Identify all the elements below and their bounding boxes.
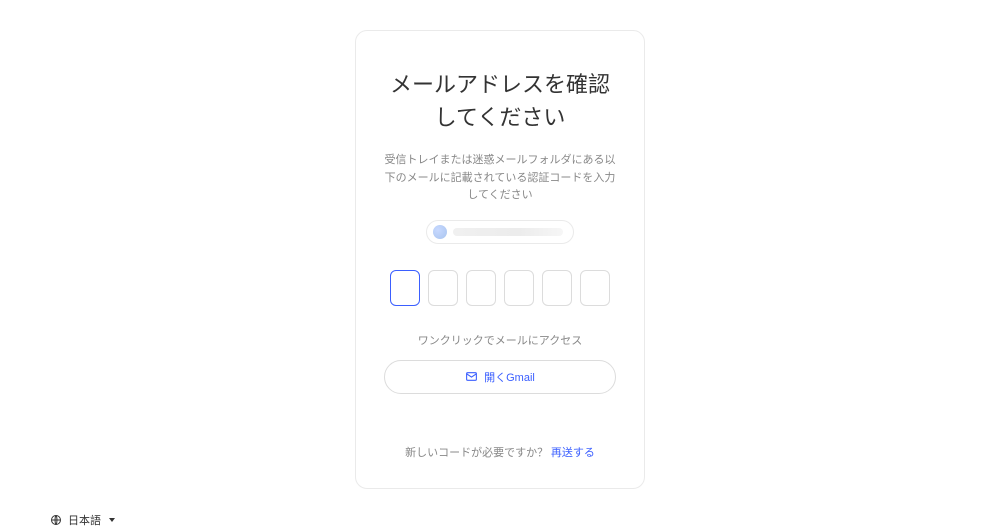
oneclick-label: ワンクリックでメールにアクセス [384,332,616,348]
code-input-row [384,270,616,306]
resend-prompt: 新しいコードが必要ですか？ [405,446,548,459]
language-label: 日本語 [68,512,101,528]
open-gmail-label: 開くGmail [484,369,535,385]
code-input-5[interactable] [542,270,572,306]
language-selector[interactable]: 日本語 [50,512,115,528]
chevron-down-icon [109,518,115,522]
mail-icon [465,370,478,383]
open-gmail-button[interactable]: 開くGmail [384,360,616,394]
card-title: メールアドレスを確認してください [384,69,616,135]
resend-row: 新しいコードが必要ですか？ 再送する [384,444,616,460]
resend-link[interactable]: 再送する [551,446,595,459]
code-input-4[interactable] [504,270,534,306]
avatar [433,225,447,239]
code-input-1[interactable] [390,270,420,306]
verify-email-card: メールアドレスを確認してください 受信トレイまたは迷惑メールフォルダにある以下の… [355,30,645,489]
code-input-2[interactable] [428,270,458,306]
card-subtitle: 受信トレイまたは迷惑メールフォルダにある以下のメールに記載されている認証コードを… [384,151,616,204]
email-placeholder [453,228,563,236]
globe-icon [50,514,62,526]
email-pill[interactable] [426,220,574,244]
code-input-3[interactable] [466,270,496,306]
code-input-6[interactable] [580,270,610,306]
